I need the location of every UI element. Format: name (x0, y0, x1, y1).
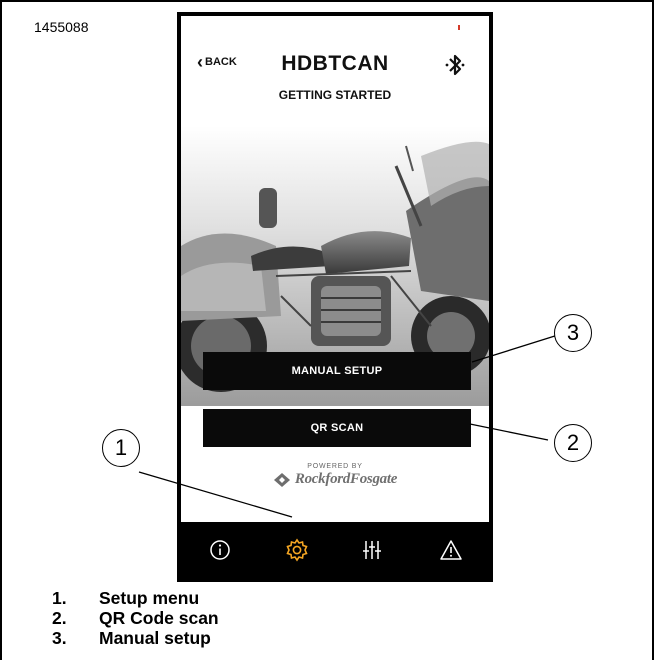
frame-border-top (0, 0, 654, 2)
legend-item: 2. QR Code scan (52, 608, 219, 628)
powered-by-logo: POWERED BY RockfordFosgate (181, 463, 489, 488)
info-icon (209, 540, 230, 560)
tab-warnings[interactable] (431, 530, 471, 570)
callout-2: 2 (554, 424, 592, 462)
tab-setup[interactable] (277, 530, 317, 570)
qr-scan-button[interactable]: QR SCAN (203, 409, 471, 447)
page-subtitle: GETTING STARTED (278, 88, 392, 102)
tab-tuning[interactable] (354, 530, 394, 570)
gear-icon (285, 538, 308, 562)
callout-3: 3 (554, 314, 592, 352)
bottom-tab-bar (181, 522, 489, 578)
brand-emblem-icon (273, 472, 290, 487)
bluetooth-icon[interactable] (443, 52, 467, 78)
legend-number: 2. (52, 608, 67, 628)
brand-name: RockfordFosgate (294, 471, 398, 487)
legend-number: 1. (52, 588, 67, 608)
legend-text: Setup menu (99, 588, 200, 608)
tab-info[interactable] (200, 530, 240, 570)
legend-item: 1. Setup menu (52, 588, 219, 608)
brand-logo: RockfordFosgate (181, 471, 489, 488)
legend: 1. Setup menu 2. QR Code scan 3. Manual … (52, 588, 219, 648)
powered-by-text: POWERED BY (307, 463, 363, 470)
sliders-icon (362, 541, 381, 559)
legend-text: Manual setup (99, 628, 211, 648)
legend-text: QR Code scan (99, 608, 219, 628)
figure-id: 1455088 (34, 19, 89, 35)
legend-number: 3. (52, 628, 67, 648)
app-header: ‹ BACK HDBTCAN GETTING STARTED (181, 16, 489, 116)
figure-frame: 1455088 ‹ BACK HDBTCAN GETTING STARTED M… (0, 0, 654, 660)
manual-setup-button[interactable]: MANUAL SETUP (203, 352, 471, 390)
callout-1: 1 (102, 429, 140, 467)
frame-border-left (0, 0, 2, 660)
warning-icon (439, 540, 462, 560)
legend-item: 3. Manual setup (52, 628, 219, 648)
phone-screen: ‹ BACK HDBTCAN GETTING STARTED MANUAL SE… (177, 12, 493, 582)
status-indicator (458, 25, 460, 30)
